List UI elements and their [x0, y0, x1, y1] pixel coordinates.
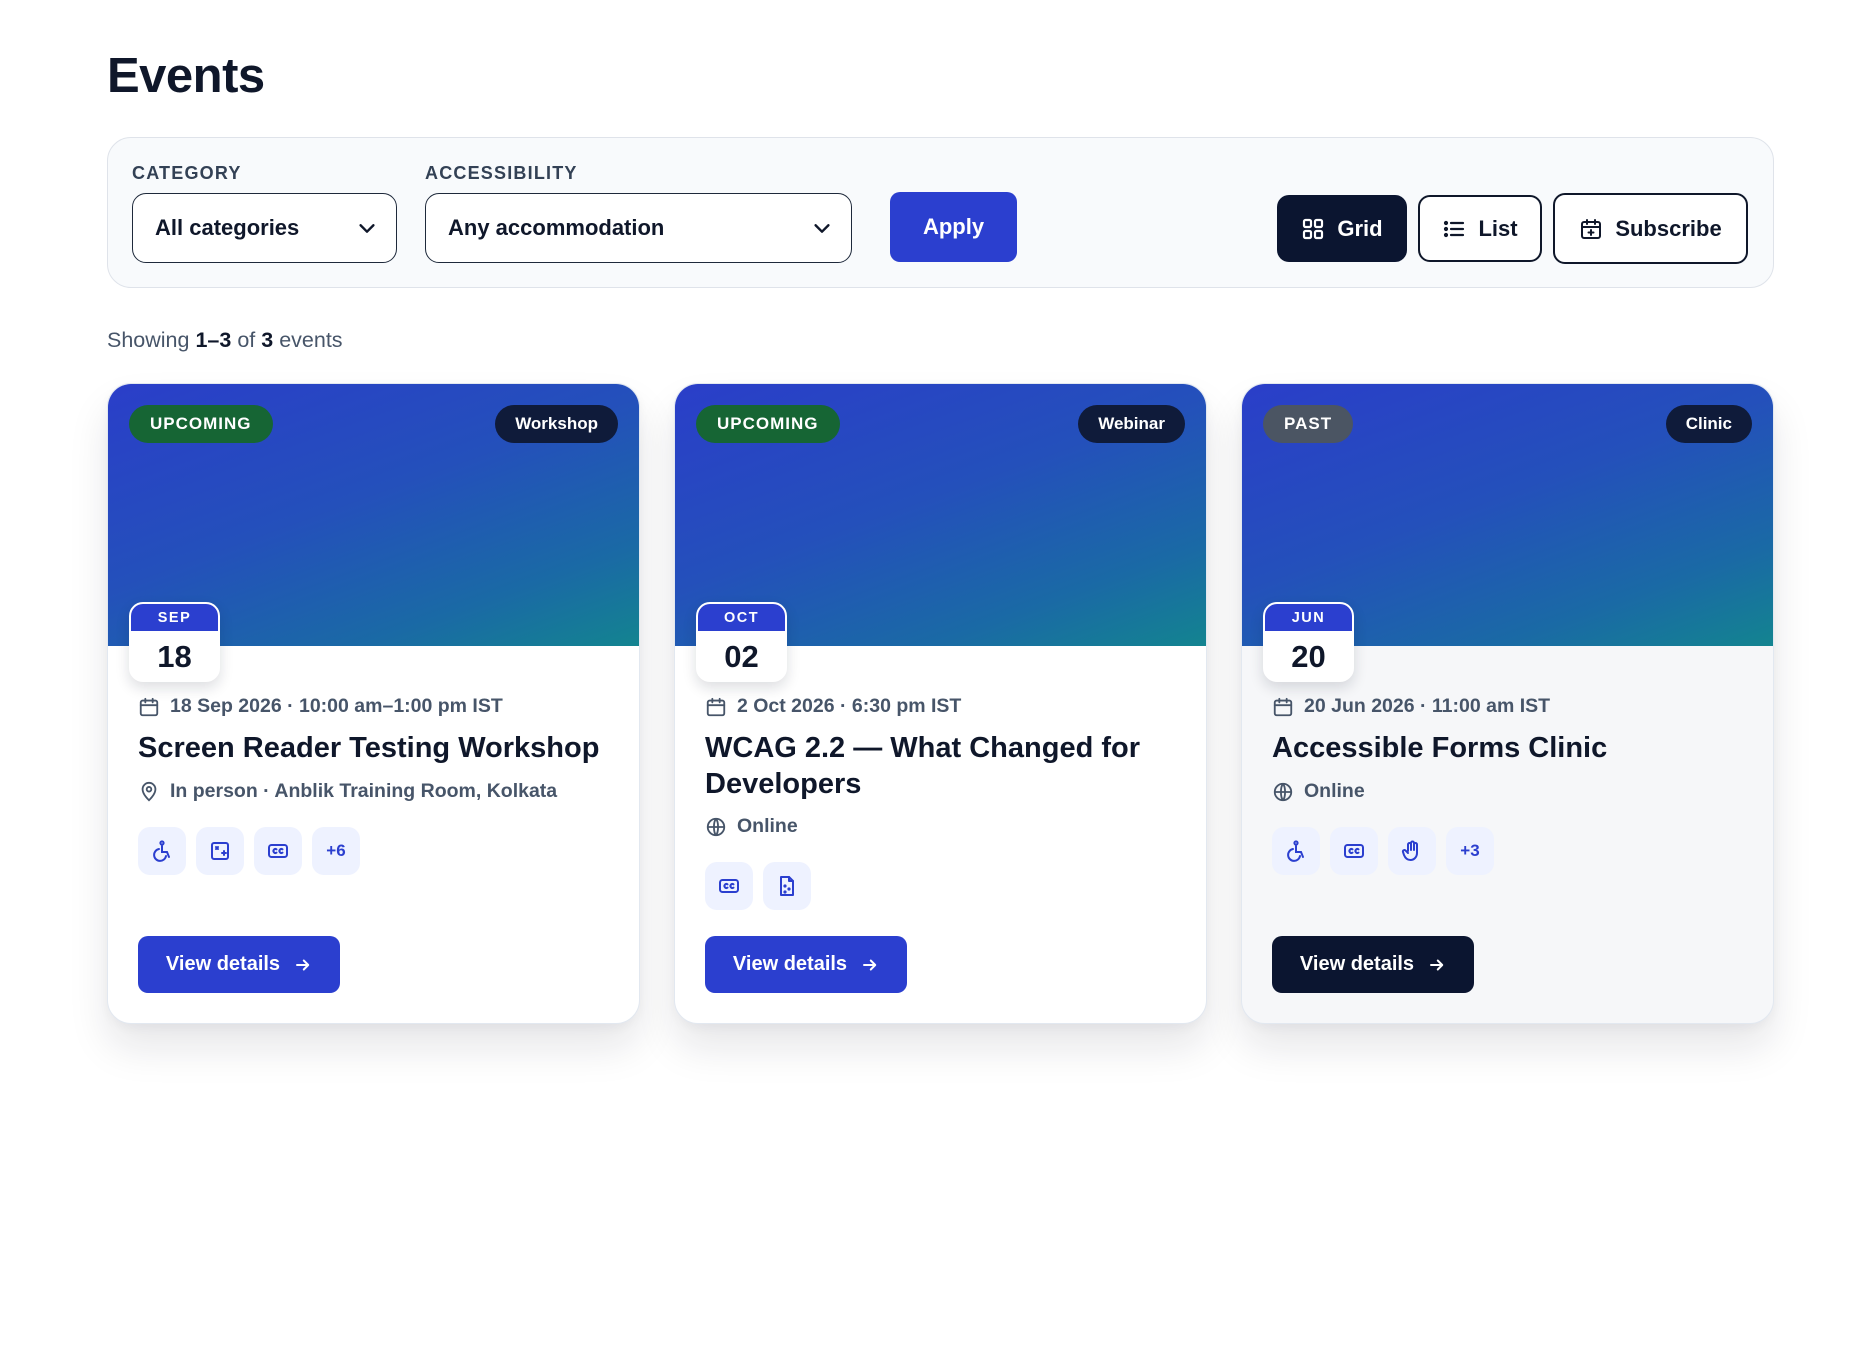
accessibility-select[interactable]: Any accommodation	[425, 193, 852, 263]
more-accommodations-count: +3	[1446, 827, 1494, 875]
view-details-button[interactable]: View details	[705, 936, 907, 993]
accessibility-label: ACCESSIBILITY	[425, 163, 578, 183]
results-range: 1–3	[195, 328, 232, 352]
grid-view-button[interactable]: Grid	[1277, 195, 1407, 262]
date-month: OCT	[698, 604, 785, 631]
event-card: PAST Clinic JUN 20 20 Jun 2026 · 11:00 a…	[1241, 383, 1774, 1024]
event-datetime: 20 Jun 2026 · 11:00 am IST	[1272, 695, 1550, 718]
hand-icon	[1388, 827, 1436, 875]
accessibility-tags: +3	[1272, 827, 1494, 875]
more-accommodations-count: +6	[312, 827, 360, 875]
map-pin-icon	[141, 781, 157, 801]
date-day: 02	[724, 638, 759, 674]
calendar-plus-icon	[1581, 218, 1602, 239]
status-badge: UPCOMING	[696, 405, 840, 443]
date-chip: JUN 20	[1263, 602, 1354, 682]
event-card: UPCOMING Webinar OCT 02 2 Oct 2026 · 6:3…	[674, 383, 1207, 1024]
braille-document-icon	[763, 862, 811, 910]
calendar-icon	[139, 697, 159, 716]
arrow-right-icon	[863, 959, 877, 970]
accessibility-tags: +6	[138, 827, 360, 875]
page-title: Events	[107, 49, 265, 103]
captions-icon	[254, 827, 302, 875]
captions-icon	[1330, 827, 1378, 875]
wheelchair-icon	[1272, 827, 1320, 875]
grid-icon	[1303, 218, 1324, 239]
captions-icon	[705, 862, 753, 910]
event-location: Online	[1272, 780, 1365, 803]
event-datetime: 18 Sep 2026 · 10:00 am–1:00 pm IST	[138, 695, 503, 718]
date-month: SEP	[131, 604, 218, 631]
calendar-icon	[1273, 697, 1293, 716]
event-datetime: 2 Oct 2026 · 6:30 pm IST	[705, 695, 961, 718]
arrow-right-icon	[1430, 959, 1444, 970]
date-chip: SEP 18	[129, 602, 220, 682]
event-type-badge: Workshop	[495, 405, 618, 443]
status-badge: PAST	[1263, 405, 1354, 443]
chevron-down-icon	[359, 224, 375, 233]
accessibility-tags	[705, 862, 811, 910]
list-icon	[1444, 220, 1465, 237]
list-view-label: List	[1478, 215, 1518, 241]
category-label: CATEGORY	[132, 163, 242, 183]
event-card: UPCOMING Workshop SEP 18 18 Sep 2026 · 1…	[107, 383, 640, 1024]
accessibility-select-value: Any accommodation	[448, 215, 665, 240]
date-month: JUN	[1265, 604, 1352, 631]
subscribe-button[interactable]: Subscribe	[1553, 193, 1748, 264]
view-details-button[interactable]: View details	[138, 936, 340, 993]
sign-language-icon	[196, 827, 244, 875]
status-badge: UPCOMING	[129, 405, 273, 443]
grid-view-label: Grid	[1337, 215, 1383, 241]
results-total: 3	[261, 328, 274, 352]
event-type-badge: Clinic	[1665, 405, 1752, 443]
globe-icon	[706, 817, 726, 836]
filter-bar: CATEGORY All categories ACCESSIBILITY An…	[107, 137, 1774, 288]
event-type-badge: Webinar	[1078, 405, 1185, 443]
subscribe-label: Subscribe	[1615, 215, 1722, 241]
wheelchair-icon	[138, 827, 186, 875]
chevron-down-icon	[814, 224, 830, 233]
arrow-right-icon	[296, 959, 310, 970]
event-location: Online	[705, 815, 798, 838]
results-summary: Showing 1–3 of 3 events	[107, 328, 343, 352]
calendar-icon	[706, 697, 726, 716]
event-title: Accessible Forms Clinic	[1272, 732, 1608, 764]
date-day: 20	[1291, 638, 1326, 674]
event-title: WCAG 2.2 — What Changed for Developers	[705, 732, 1140, 800]
globe-icon	[1273, 782, 1293, 801]
date-chip: OCT 02	[696, 602, 787, 682]
event-title: Screen Reader Testing Workshop	[138, 732, 600, 764]
apply-button[interactable]: Apply	[890, 192, 1017, 262]
event-location: In person · Anblik Training Room, Kolkat…	[138, 780, 557, 803]
list-view-button[interactable]: List	[1418, 195, 1542, 262]
category-select-value: All categories	[155, 215, 300, 240]
view-details-button[interactable]: View details	[1272, 936, 1474, 993]
date-day: 18	[157, 638, 192, 674]
category-select[interactable]: All categories	[132, 193, 397, 263]
